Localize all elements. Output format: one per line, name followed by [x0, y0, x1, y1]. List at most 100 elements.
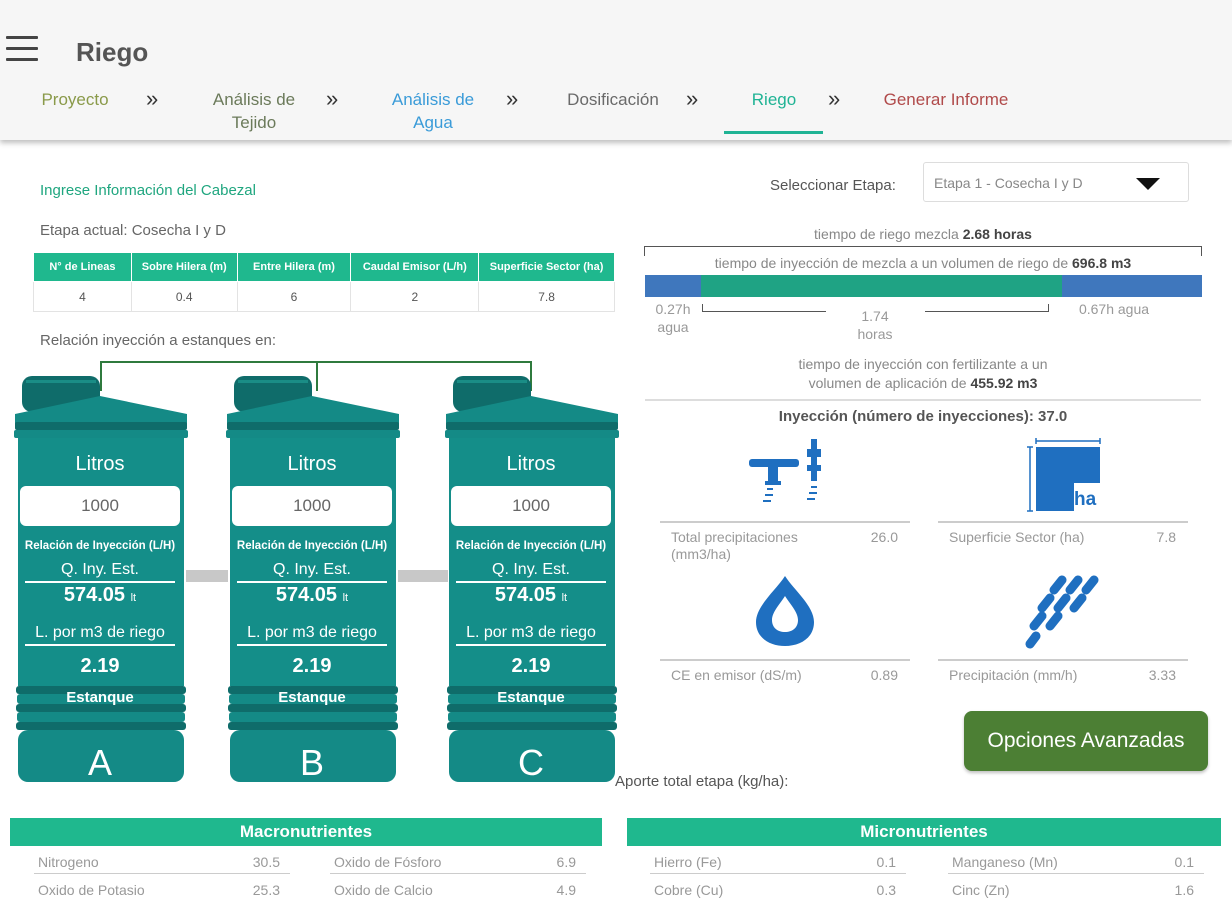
inj-mix-text: tiempo de inyección de mezcla a un volum…	[645, 255, 1201, 271]
nutrient-name: Manganeso (Mn)	[952, 854, 1058, 870]
step-riego[interactable]: Riego	[736, 88, 812, 111]
menu-icon[interactable]	[6, 36, 38, 62]
stat-divider	[938, 659, 1188, 661]
stat-label: Precipitación (mm/h)	[949, 667, 1077, 684]
water-drop-icon	[756, 576, 814, 646]
tank-b: Litros 1000 Relación de Inyección (L/H) …	[223, 372, 401, 790]
inj-hours-value: 1.74	[861, 308, 889, 324]
nutrient-name: Oxido de Fósforo	[334, 854, 442, 870]
tank-q-value: 574.05 lt	[223, 584, 401, 607]
tank-q-label: Q. Iny. Est.	[237, 561, 387, 583]
water-before-unit: agua	[657, 319, 689, 335]
nutrient-value: 1.6	[1174, 882, 1194, 898]
tank-q-value: 574.05 lt	[442, 584, 620, 607]
tank-litros-input[interactable]: 1000	[232, 486, 392, 526]
table-cell[interactable]: 7.8	[478, 281, 615, 312]
table-cell[interactable]: 6	[236, 281, 352, 312]
stat-value: 0.89	[870, 667, 898, 683]
step-dosificacion[interactable]: Dosificación	[558, 88, 668, 111]
cabezal-params-table: N° de Lineas Sobre Hilera (m) Entre Hile…	[33, 252, 615, 312]
tank-litros-label: Litros	[506, 453, 556, 475]
nutrient-name: Cinc (Zn)	[952, 882, 1010, 898]
column-header: Caudal Emisor (L/h)	[350, 252, 480, 282]
tank-pipe	[186, 570, 228, 582]
nutrient-value: 0.1	[1174, 854, 1194, 870]
tank-q-unit: lt	[561, 592, 568, 604]
list-item: Oxido de Potasio 25.3	[34, 878, 290, 902]
tank-l-value: 2.19	[511, 655, 551, 677]
water-before-label: 0.27h agua	[648, 300, 698, 336]
fert-text-label: volumen de aplicación de	[808, 375, 971, 391]
nutrient-value: 6.9	[556, 854, 576, 870]
tank-litros-input[interactable]: 1000	[20, 486, 180, 526]
cabezal-section-title: Ingrese Información del Cabezal	[40, 182, 256, 199]
stat-label: Superficie Sector (ha)	[949, 529, 1084, 546]
rain-icon	[1025, 575, 1099, 649]
tank-l-value: 2.19	[80, 655, 120, 677]
tank-c: Litros 1000 Relación de Inyección (L/H) …	[442, 372, 620, 790]
stat-label-line1: Superficie Sector (ha)	[949, 529, 1085, 545]
fert-time-text: tiempo de inyección con fertilizante a u…	[645, 355, 1201, 393]
nutrient-name: Oxido de Calcio	[334, 882, 433, 898]
stat-divider	[660, 659, 910, 661]
nutrient-value: 30.5	[252, 854, 280, 870]
stat-value: 3.33	[1148, 667, 1176, 683]
fert-value: 455.92 m3	[970, 375, 1038, 391]
chevron-right-icon: »	[506, 86, 519, 111]
tank-relation-label: Relación de Inyección (L/H)	[455, 540, 607, 552]
fert-text-line1: tiempo de inyección con fertilizante a u…	[798, 356, 1048, 372]
chevron-right-icon: »	[686, 86, 699, 111]
stat-label: Total precipitaciones (mm3/ha)	[671, 529, 798, 563]
chevron-right-icon: »	[828, 86, 841, 111]
column-header: N° de Lineas	[33, 252, 132, 282]
inj-hours-unit: horas	[857, 326, 893, 342]
tank-estanque-label: Estanque	[66, 689, 134, 706]
table-header-row: N° de Lineas Sobre Hilera (m) Entre Hile…	[33, 252, 615, 282]
current-stage-label: Etapa actual: Cosecha I y D	[40, 222, 226, 239]
stat-divider	[938, 521, 1188, 523]
page-title: Riego	[76, 37, 149, 67]
aporte-label: Aporte total etapa (kg/ha):	[615, 773, 789, 790]
tank-relation-label: Relación de Inyección (L/H)	[24, 540, 176, 552]
advanced-options-button[interactable]: Opciones Avanzadas	[964, 711, 1208, 771]
macronutrientes-header: Macronutrientes	[10, 818, 602, 846]
app-header: Riego Proyecto » Análisis de Tejido » An…	[0, 0, 1232, 140]
tank-a: Litros 1000 Relación de Inyección (L/H) …	[11, 372, 189, 790]
tank-q-label: Q. Iny. Est.	[456, 561, 606, 583]
table-row: 4 0.4 6 2 7.8	[33, 281, 615, 312]
stage-select[interactable]: Etapa 1 - Cosecha I y D	[923, 162, 1189, 202]
table-cell[interactable]: 0.4	[130, 281, 238, 312]
tank-l-label: L. por m3 de riego	[456, 624, 606, 646]
table-cell[interactable]: 4	[33, 281, 132, 312]
tank-litros-input[interactable]: 1000	[451, 486, 611, 526]
tank-letter: C	[518, 742, 544, 783]
list-item: Cinc (Zn) 1.6	[948, 878, 1204, 902]
tank-estanque-label: Estanque	[497, 689, 565, 706]
tank-q-label: Q. Iny. Est.	[25, 561, 175, 583]
tank-q-number: 574.05	[275, 584, 338, 606]
inj-mix-label: tiempo de inyección de mezcla a un volum…	[714, 255, 1073, 271]
tank-pipe	[398, 570, 448, 582]
stage-select-label: Seleccionar Etapa:	[770, 177, 896, 194]
nutrient-value: 4.9	[556, 882, 576, 898]
nutrient-value: 0.3	[876, 882, 896, 898]
table-cell[interactable]: 2	[350, 281, 480, 312]
tank-q-unit: lt	[342, 592, 349, 604]
list-item: Cobre (Cu) 0.3	[650, 878, 906, 902]
caret-down-icon[interactable]	[1136, 178, 1160, 190]
tank-relation-label: Relación de Inyección (L/H)	[236, 540, 388, 552]
list-item: Oxido de Calcio 4.9	[330, 878, 586, 902]
list-item: Nitrogeno 30.5	[34, 850, 290, 874]
tank-litros-label: Litros	[287, 453, 337, 475]
stat-label-line1: Precipitación (mm/h)	[949, 667, 1078, 683]
nutrient-name: Oxido de Potasio	[38, 882, 145, 898]
step-proyecto[interactable]: Proyecto	[38, 88, 112, 111]
step-generar-informe[interactable]: Generar Informe	[876, 88, 1016, 111]
step-analisis-agua[interactable]: Análisis de Agua	[383, 88, 483, 134]
list-item: Hierro (Fe) 0.1	[650, 850, 906, 874]
stat-label-line2: (mm3/ha)	[671, 546, 731, 562]
step-analisis-tejido[interactable]: Análisis de Tejido	[204, 88, 304, 134]
column-header: Sobre Hilera (m)	[130, 252, 238, 282]
stat-divider	[660, 521, 910, 523]
tank-letter: B	[299, 742, 324, 783]
